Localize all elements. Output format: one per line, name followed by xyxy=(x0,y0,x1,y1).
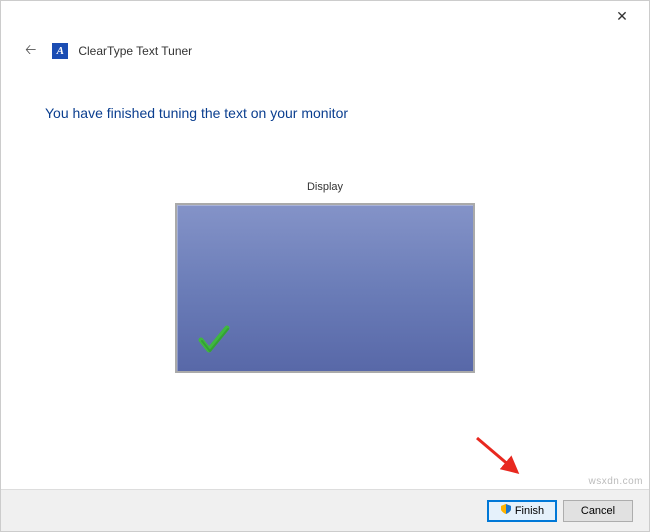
titlebar: ✕ xyxy=(1,1,649,31)
finish-button-label: Finish xyxy=(515,505,544,517)
app-icon: A xyxy=(52,43,68,59)
display-label: Display xyxy=(45,181,605,193)
footer: Finish Cancel xyxy=(1,489,649,531)
watermark: wsxdn.com xyxy=(588,476,643,487)
checkmark-icon xyxy=(195,320,233,361)
finish-button[interactable]: Finish xyxy=(487,500,557,522)
cancel-button[interactable]: Cancel xyxy=(563,500,633,522)
app-title: ClearType Text Tuner xyxy=(78,44,192,58)
monitor-preview[interactable] xyxy=(175,203,475,373)
dialog-window: ✕ 🡠 A ClearType Text Tuner You have fini… xyxy=(0,0,650,532)
close-icon[interactable]: ✕ xyxy=(607,8,637,25)
back-arrow-icon[interactable]: 🡠 xyxy=(19,37,42,65)
shield-icon xyxy=(500,503,512,518)
header: 🡠 A ClearType Text Tuner xyxy=(1,31,649,75)
cancel-button-label: Cancel xyxy=(581,505,615,517)
display-section: Display xyxy=(45,181,605,373)
annotation-arrow-icon xyxy=(469,430,529,483)
page-title: You have finished tuning the text on you… xyxy=(45,105,605,121)
content-area: You have finished tuning the text on you… xyxy=(1,75,649,373)
